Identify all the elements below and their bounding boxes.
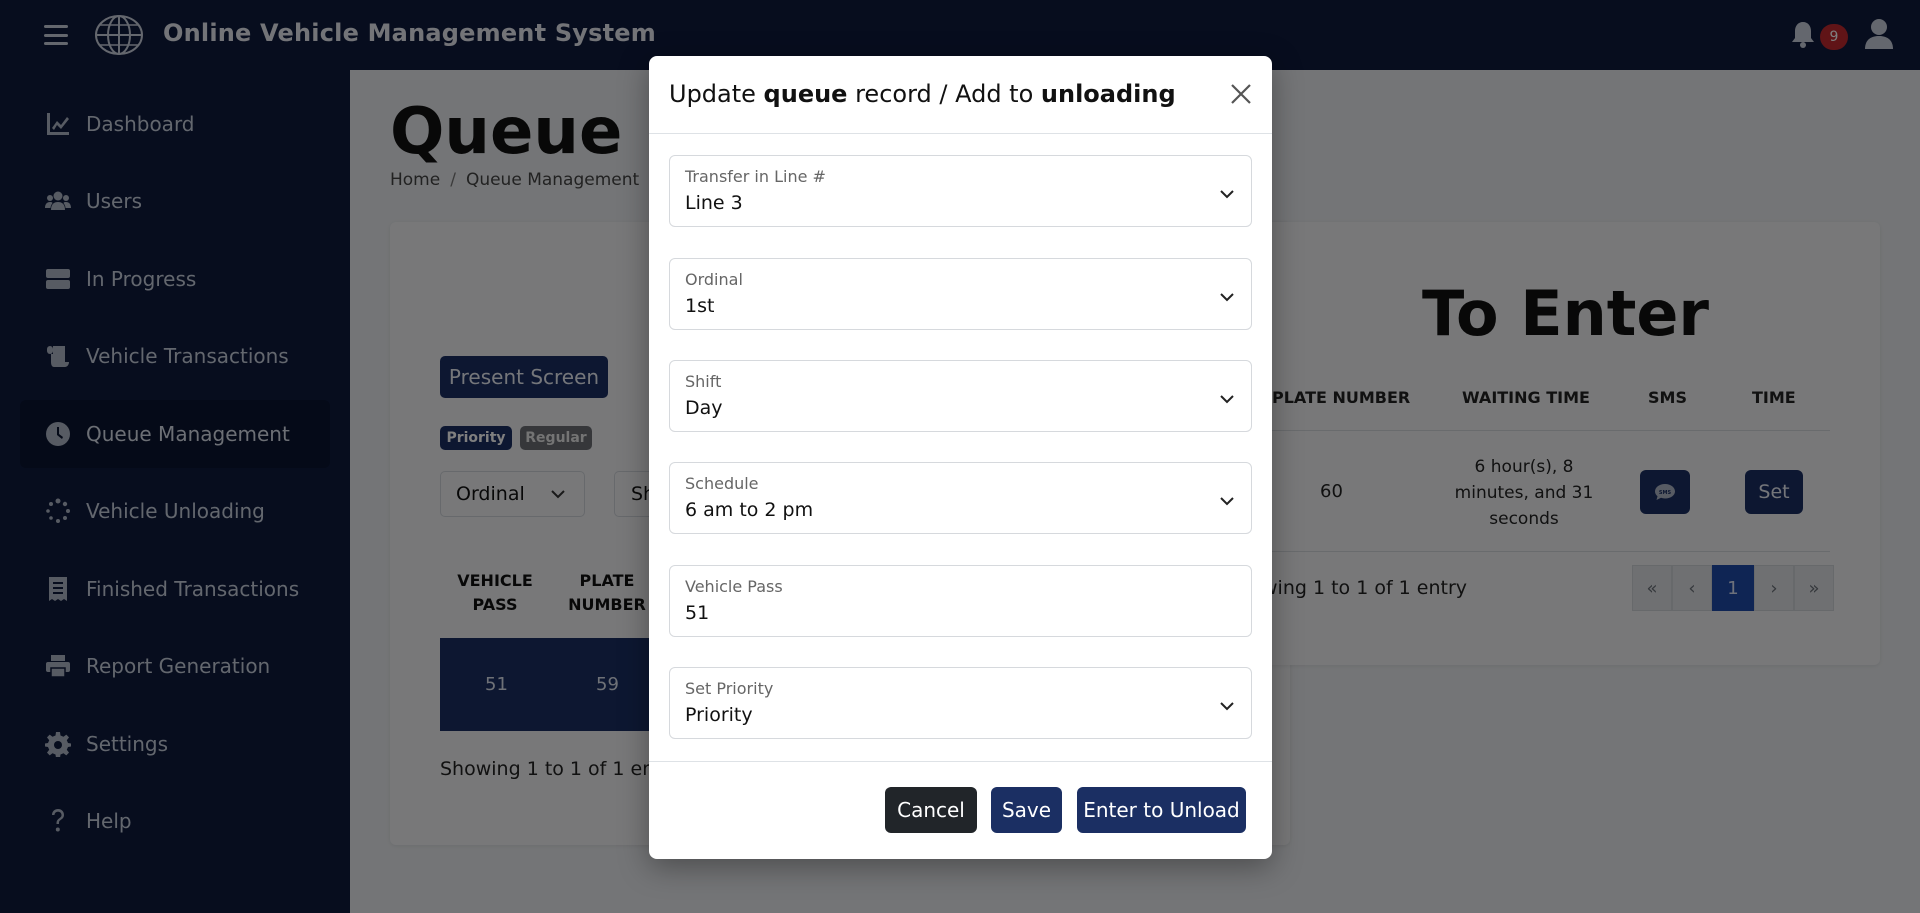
- shift-select[interactable]: Shift Day: [669, 360, 1252, 432]
- chevron-down-icon: [1220, 702, 1234, 711]
- enter-to-unload-button[interactable]: Enter to Unload: [1077, 787, 1246, 833]
- cancel-button[interactable]: Cancel: [885, 787, 977, 833]
- field-label: Ordinal: [685, 270, 743, 289]
- field-label: Vehicle Pass: [685, 577, 783, 596]
- vehicle-pass-input[interactable]: Vehicle Pass 51: [669, 565, 1252, 637]
- field-value: 51: [685, 602, 710, 624]
- chevron-down-icon: [1220, 497, 1234, 506]
- chevron-down-icon: [1220, 293, 1234, 302]
- title-part-bold: queue: [763, 80, 848, 108]
- schedule-select[interactable]: Schedule 6 am to 2 pm: [669, 462, 1252, 534]
- modal-header: Update queue record / Add to unloading: [649, 56, 1272, 134]
- title-part: record / Add to: [847, 80, 1041, 108]
- field-label: Shift: [685, 372, 722, 391]
- set-priority-select[interactable]: Set Priority Priority: [669, 667, 1252, 739]
- update-queue-modal: Update queue record / Add to unloading T…: [649, 56, 1272, 859]
- field-label: Set Priority: [685, 679, 774, 698]
- save-button[interactable]: Save: [991, 787, 1062, 833]
- chevron-down-icon: [1220, 395, 1234, 404]
- field-label: Transfer in Line #: [685, 167, 826, 186]
- field-value: Priority: [685, 704, 753, 726]
- field-value: 1st: [685, 295, 715, 317]
- field-label: Schedule: [685, 474, 759, 493]
- close-icon[interactable]: [1229, 82, 1253, 106]
- title-part: Update: [669, 80, 764, 108]
- field-value: 6 am to 2 pm: [685, 499, 814, 521]
- chevron-down-icon: [1220, 190, 1234, 199]
- field-value: Day: [685, 397, 723, 419]
- modal-title: Update queue record / Add to unloading: [669, 80, 1176, 108]
- transfer-line-select[interactable]: Transfer in Line # Line 3: [669, 155, 1252, 227]
- ordinal-select[interactable]: Ordinal 1st: [669, 258, 1252, 330]
- field-value: Line 3: [685, 192, 743, 214]
- title-part-bold: unloading: [1040, 80, 1176, 108]
